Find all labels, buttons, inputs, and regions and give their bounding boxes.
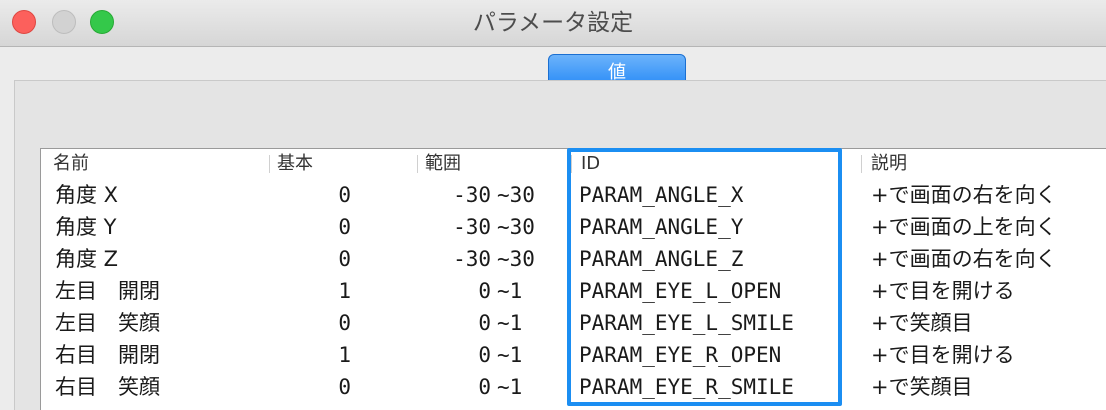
parameter-range-max: ~1 bbox=[497, 375, 523, 399]
table-row[interactable]: 左目 笑顔 0 0 ~1 PARAM_EYE_L_SMILE +で笑顔目 bbox=[41, 307, 1106, 339]
parameter-base-value: 0 bbox=[338, 375, 351, 399]
parameter-range-max: ~30 bbox=[497, 247, 535, 271]
parameter-range-max: ~30 bbox=[497, 183, 535, 207]
parameter-base-value: 0 bbox=[338, 311, 351, 335]
parameter-range-min: 0 bbox=[478, 311, 491, 335]
table-row[interactable]: 角度 Z 0 -30 ~30 PARAM_ANGLE_Z +で画面の右を向く bbox=[41, 243, 1106, 275]
parameter-id: PARAM_ANGLE_X bbox=[579, 183, 744, 207]
title-bar: パラメータ設定 bbox=[0, 0, 1106, 47]
parameter-description: +で画面の上を向く bbox=[871, 215, 1057, 239]
column-divider[interactable] bbox=[861, 155, 862, 173]
parameter-range-min: -30 bbox=[453, 215, 491, 239]
parameter-name: 角度 Z bbox=[55, 247, 119, 271]
parameter-base-value: 0 bbox=[338, 215, 351, 239]
parameter-name: 左目 開閉 bbox=[55, 279, 160, 303]
parameter-description: +で笑顔目 bbox=[871, 311, 973, 335]
parameter-range-max: ~1 bbox=[497, 343, 523, 367]
parameter-id: PARAM_EYE_L_SMILE bbox=[579, 311, 794, 335]
parameter-id: PARAM_EYE_L_OPEN bbox=[579, 279, 782, 303]
parameter-range-max: ~1 bbox=[497, 279, 523, 303]
column-header-base[interactable]: 基本 bbox=[277, 149, 313, 179]
parameter-name: 角度 X bbox=[55, 183, 119, 207]
parameter-description: +で画面の右を向く bbox=[871, 247, 1057, 271]
window-title: パラメータ設定 bbox=[472, 10, 634, 36]
parameter-base-value: 0 bbox=[338, 183, 351, 207]
table-row[interactable]: 右目 開閉 1 0 ~1 PARAM_EYE_R_OPEN +で目を開ける bbox=[41, 339, 1106, 371]
table-header: 名前 基本 範囲 ID 説明 bbox=[41, 149, 1106, 179]
parameter-id: PARAM_ANGLE_Y bbox=[579, 215, 744, 239]
parameter-name: 角度 Y bbox=[55, 215, 117, 239]
column-header-range[interactable]: 範囲 bbox=[425, 149, 461, 179]
parameter-name: 右目 笑顔 bbox=[55, 375, 160, 399]
parameter-name: 左目 笑顔 bbox=[55, 311, 160, 335]
column-header-name[interactable]: 名前 bbox=[53, 149, 89, 179]
table-row[interactable]: 角度 X 0 -30 ~30 PARAM_ANGLE_X +で画面の右を向く bbox=[41, 179, 1106, 211]
parameter-id: PARAM_EYE_R_OPEN bbox=[579, 343, 782, 367]
table-row[interactable]: 左目 開閉 1 0 ~1 PARAM_EYE_L_OPEN +で目を開ける bbox=[41, 275, 1106, 307]
table-row[interactable]: 右目 笑顔 0 0 ~1 PARAM_EYE_R_SMILE +で笑顔目 bbox=[41, 371, 1106, 403]
parameter-range-min: -30 bbox=[453, 247, 491, 271]
parameter-id: PARAM_ANGLE_Z bbox=[579, 247, 744, 271]
parameter-settings-window: パラメータ設定 値 名前 基本 範囲 ID 説明 角度 X 0 -30 ~30 … bbox=[0, 0, 1106, 410]
parameter-range-min: 0 bbox=[478, 279, 491, 303]
column-divider[interactable] bbox=[417, 155, 418, 173]
table-row[interactable]: 角度 Y 0 -30 ~30 PARAM_ANGLE_Y +で画面の上を向く bbox=[41, 211, 1106, 243]
parameter-base-value: 1 bbox=[338, 279, 351, 303]
parameter-range-max: ~30 bbox=[497, 215, 535, 239]
parameter-range-min: -30 bbox=[453, 183, 491, 207]
column-header-description[interactable]: 説明 bbox=[871, 149, 907, 179]
parameter-range-max: ~1 bbox=[497, 311, 523, 335]
parameter-range-min: 0 bbox=[478, 375, 491, 399]
parameter-description: +で目を開ける bbox=[871, 343, 1015, 367]
column-divider[interactable] bbox=[571, 155, 572, 173]
parameter-description: +で笑顔目 bbox=[871, 375, 973, 399]
parameter-description: +で目を開ける bbox=[871, 279, 1015, 303]
column-divider[interactable] bbox=[269, 155, 270, 173]
parameter-table[interactable]: 名前 基本 範囲 ID 説明 角度 X 0 -30 ~30 PARAM_ANGL… bbox=[40, 148, 1106, 410]
parameter-id: PARAM_EYE_R_SMILE bbox=[579, 375, 794, 399]
parameter-base-value: 0 bbox=[338, 247, 351, 271]
parameter-range-min: 0 bbox=[478, 343, 491, 367]
column-header-id[interactable]: ID bbox=[581, 149, 600, 179]
parameter-name: 右目 開閉 bbox=[55, 343, 160, 367]
parameter-base-value: 1 bbox=[338, 343, 351, 367]
parameter-description: +で画面の右を向く bbox=[871, 183, 1057, 207]
